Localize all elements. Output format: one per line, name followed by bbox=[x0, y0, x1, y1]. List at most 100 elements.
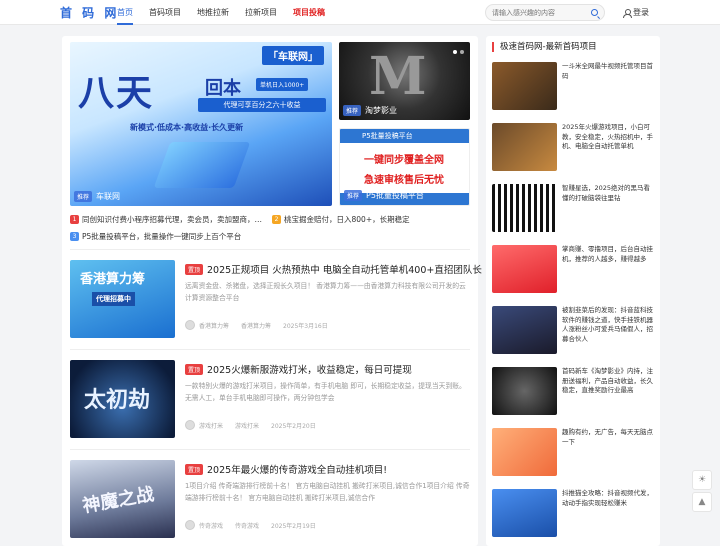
post-date: 2025年2月19日 bbox=[271, 522, 316, 530]
back-to-top-button[interactable]: ▲ bbox=[692, 492, 712, 512]
main-nav: 首页 首码项目 地推拉新 拉新项目 项目投稿 bbox=[117, 0, 341, 25]
sidebar-thumb[interactable] bbox=[492, 245, 557, 293]
p5-top: P5批量投稿平台 bbox=[340, 129, 469, 143]
sidebar-item-text[interactable]: 首码新车《淘梦影业》内持，注册送福利，产品自动收益，长久稳定，直推奖励行业最高 bbox=[562, 367, 654, 396]
login-button[interactable]: 登录 bbox=[623, 7, 649, 18]
post-excerpt: 1项目介绍 传奇端游排行榜前十名！ 官方电脑自动挂机 搬砖打米项目,诚信合作1项… bbox=[185, 482, 470, 502]
sun-icon: ☀ bbox=[697, 475, 707, 485]
post-author[interactable]: 游戏打米 bbox=[199, 421, 223, 430]
avatar[interactable] bbox=[185, 520, 195, 530]
post-thumbnail[interactable]: 香港算力筹 代理招募中 bbox=[70, 260, 175, 338]
recommend-tag: 推荐 bbox=[344, 190, 363, 201]
sidebar-item-text[interactable]: 2025年火爆游戏项目，小白可教，安全稳定，火热招机中，手机、电脑全自动托管单机 bbox=[562, 123, 654, 152]
side1-caption-text: 淘梦影业 bbox=[365, 106, 398, 115]
sidebar-item[interactable]: 趣购有约，无广告，每天无脑点一下 bbox=[492, 428, 656, 480]
p5-line2: 急速审核售后无忧 bbox=[364, 175, 444, 186]
sidebar-item-text[interactable]: 趣购有约，无广告，每天无脑点一下 bbox=[562, 428, 654, 447]
slide-headline: 八天 bbox=[78, 73, 155, 114]
post-title[interactable]: 置顶 2025火爆新服游戏打米，收益稳定，每日可提现 bbox=[185, 362, 470, 376]
recommend-tag: 推荐 bbox=[343, 105, 362, 116]
nav-home[interactable]: 首页 bbox=[117, 0, 133, 25]
sidebar: 极速首码网-最新首码项目 一斗米全网最牛视频托管项目首码 2025年火爆游戏项目… bbox=[486, 36, 660, 546]
post-thumbnail[interactable]: 太初劫 bbox=[70, 360, 175, 438]
search-box bbox=[485, 4, 605, 21]
avatar[interactable] bbox=[185, 320, 195, 330]
sidebar-thumb[interactable] bbox=[492, 62, 557, 110]
sidebar-item[interactable]: 智赚星选，2025绝对的黑马看懂的打破脑袋往里钻 bbox=[492, 184, 656, 236]
post-item[interactable]: 神魔之战 置顶 2025年最火爆的传奇游戏全自动挂机项目! 1项目介绍 传奇端游排… bbox=[70, 460, 470, 540]
search-input[interactable] bbox=[492, 7, 587, 19]
post-thumbnail[interactable]: 神魔之战 bbox=[70, 460, 175, 538]
sidebar-item-text[interactable]: 抖推猫全攻略：抖音视频代发，动动手指实现轻松赚米 bbox=[562, 489, 654, 508]
nav-ditui[interactable]: 地推拉新 bbox=[197, 0, 229, 25]
sidebar-thumb[interactable] bbox=[492, 489, 557, 537]
post-category[interactable]: 香港算力筹 bbox=[241, 321, 271, 330]
post-author[interactable]: 香港算力筹 bbox=[199, 321, 229, 330]
nav-shouma[interactable]: 首码项目 bbox=[149, 0, 181, 25]
post-item[interactable]: 香港算力筹 代理招募中 置顶 2025正规项目 火热预热中 电脑全自动托管单机40… bbox=[70, 260, 482, 340]
sidebar-thumb[interactable] bbox=[492, 184, 557, 232]
sidebar-item[interactable]: 一斗米全网最牛视频托管项目首码 bbox=[492, 62, 656, 114]
side-slide-taomeng[interactable]: M 推荐 淘梦影业 bbox=[339, 42, 470, 120]
nav-submit[interactable]: 项目投稿 bbox=[293, 0, 325, 25]
post-date: 2025年3月16日 bbox=[283, 322, 328, 330]
slide-band: 代理可享百分之六十收益 bbox=[198, 98, 326, 112]
thumb-text: 香港算力筹 bbox=[80, 272, 146, 287]
sidebar-item-text[interactable]: 被割韭菜后的发现：抖音蓝科技软件的赚钱之道，快手挂铁机器人涨粉丝小可爱兵马俑假人… bbox=[562, 306, 654, 344]
user-icon bbox=[623, 8, 632, 18]
post-title-text: 2025年最火爆的传奇游戏全自动挂机项目! bbox=[207, 465, 388, 476]
top-header: 首 码 网 首页 首码项目 地推拉新 拉新项目 项目投稿 登录 bbox=[0, 0, 720, 25]
post-category[interactable]: 游戏打米 bbox=[235, 421, 259, 430]
recommend-tag: 推荐 bbox=[74, 191, 93, 202]
thumb-text: 太初劫 bbox=[84, 388, 151, 413]
post-meta: 香港算力筹 香港算力筹 2025年3月16日 bbox=[185, 320, 340, 330]
headline-3[interactable]: 3 P5批量投稿平台，批量操作一键同步上百个平台 bbox=[70, 231, 241, 242]
headline-text: 同创知识付费小程序招募代理，卖会员，卖加盟商，… bbox=[82, 215, 262, 224]
sidebar-item[interactable]: 被割韭菜后的发现：抖音蓝科技软件的赚钱之道，快手挂铁机器人涨粉丝小可爱兵马俑假人… bbox=[492, 306, 656, 358]
sidebar-item[interactable]: 2025年火爆游戏项目，小白可教，安全稳定，火热招机中，手机、电脑全自动托管单机 bbox=[492, 123, 656, 175]
sidebar-item-text[interactable]: 一斗米全网最牛视频托管项目首码 bbox=[562, 62, 654, 81]
sidebar-thumb[interactable] bbox=[492, 367, 557, 415]
post-title[interactable]: 置顶 2025正规项目 火热预热中 电脑全自动托管单机400+直招团队长 bbox=[185, 262, 482, 276]
headline-2[interactable]: 2 桃宝掘金赔付，日入800+，长期稳定 bbox=[272, 214, 410, 225]
sidebar-thumb[interactable] bbox=[492, 428, 557, 476]
divider bbox=[70, 249, 470, 250]
post-meta: 游戏打米 游戏打米 2025年2月20日 bbox=[185, 420, 328, 430]
side1-caption: 推荐 淘梦影业 bbox=[343, 105, 397, 116]
headline-text: 桃宝掘金赔付，日入800+，长期稳定 bbox=[284, 215, 410, 224]
post-date: 2025年2月20日 bbox=[271, 422, 316, 430]
main-slide[interactable]: 「车联网」 八天 回本 单机日入1000+ 代理可享百分之六十收益 新模式·低成… bbox=[70, 42, 332, 206]
headline-num: 2 bbox=[272, 215, 281, 224]
post-category[interactable]: 传奇游戏 bbox=[235, 521, 259, 530]
sidebar-thumb[interactable] bbox=[492, 306, 557, 354]
p5-line1: 一键同步覆盖全网 bbox=[364, 155, 444, 166]
sidebar-thumb[interactable] bbox=[492, 123, 557, 171]
login-label: 登录 bbox=[633, 8, 649, 17]
nav-laxin[interactable]: 拉新项目 bbox=[245, 0, 277, 25]
slider-dot[interactable] bbox=[453, 50, 457, 54]
sidebar-item[interactable]: 掌商赚、零撸项目，后台自动挂机，推荐的人越多，赚得越多 bbox=[492, 245, 656, 297]
slide-pill: 单机日入1000+ bbox=[256, 78, 309, 91]
avatar[interactable] bbox=[185, 420, 195, 430]
sticky-badge: 置顶 bbox=[185, 463, 204, 475]
post-title-text: 2025火爆新服游戏打米，收益稳定，每日可提现 bbox=[207, 365, 412, 376]
theme-toggle-button[interactable]: ☀ bbox=[692, 470, 712, 490]
taomeng-logo: M bbox=[369, 46, 427, 107]
sidebar-item-text[interactable]: 掌商赚、零撸项目，后台自动挂机，推荐的人越多，赚得越多 bbox=[562, 245, 654, 264]
post-excerpt: 一款特别火爆的游戏打米项目，操作简单，有手机电脑 即可，长期稳定收益，提现当天到… bbox=[185, 382, 466, 402]
side-slide-p5[interactable]: P5批量投稿平台 一键同步覆盖全网 急速审核售后无忧 推荐 P5批量投稿平台 bbox=[339, 128, 470, 206]
arrow-up-icon: ▲ bbox=[698, 497, 706, 507]
sticky-badge: 置顶 bbox=[185, 263, 204, 275]
sidebar-item[interactable]: 抖推猫全攻略：抖音视频代发，动动手指实现轻松赚米 bbox=[492, 489, 656, 541]
sidebar-item[interactable]: 首码新车《淘梦影业》内持，注册送福利，产品自动收益，长久稳定，直推奖励行业最高 bbox=[492, 367, 656, 419]
sidebar-item-text[interactable]: 智赚星选，2025绝对的黑马看懂的打破脑袋往里钻 bbox=[562, 184, 654, 203]
post-item[interactable]: 太初劫 置顶 2025火爆新服游戏打米，收益稳定，每日可提现 一款特别火爆的游戏打… bbox=[70, 360, 470, 440]
thumb-subtext: 代理招募中 bbox=[92, 292, 135, 306]
site-logo[interactable]: 首 码 网 bbox=[60, 4, 119, 21]
search-icon[interactable] bbox=[591, 9, 598, 16]
headline-1[interactable]: 1 同创知识付费小程序招募代理，卖会员，卖加盟商，… bbox=[70, 214, 262, 225]
post-title[interactable]: 置顶 2025年最火爆的传奇游戏全自动挂机项目! bbox=[185, 462, 470, 476]
headline-num: 3 bbox=[70, 232, 79, 241]
slider-dot[interactable] bbox=[460, 50, 464, 54]
post-author[interactable]: 传奇游戏 bbox=[199, 521, 223, 530]
